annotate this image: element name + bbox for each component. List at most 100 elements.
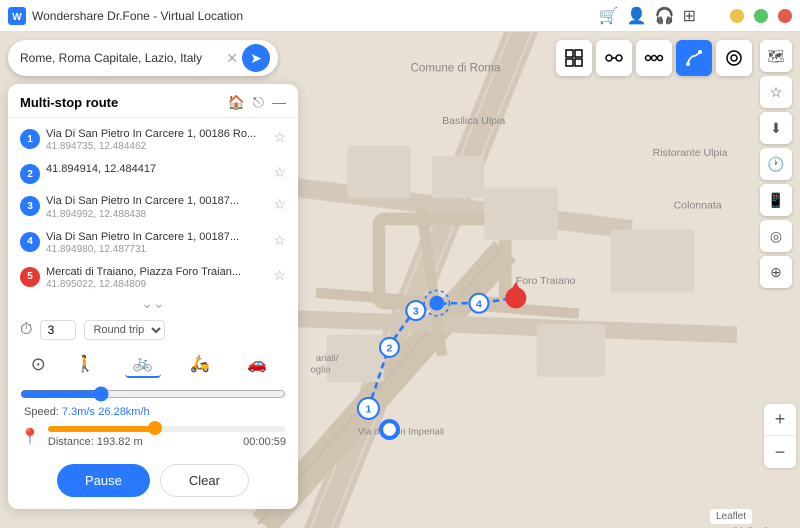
search-input[interactable]: Rome, Roma Capitale, Lazio, Italy [20,51,226,65]
route-coords-4: 41.894980, 12.487731 [46,244,273,255]
loop-count-input[interactable] [40,320,76,340]
speedometer-icon: ⊙ [31,354,46,375]
panel: Multi-stop route 🏠 ⎋ — 1 Via Di San Piet… [8,84,298,509]
cart-icon[interactable]: 🛒 [599,6,619,26]
sidebar-map-button[interactable]: 🗺 [760,40,792,72]
minimize-button[interactable] [730,9,744,23]
route-star-2[interactable]: ☆ [273,164,286,181]
route-item-5[interactable]: 5 Mercati di Traiano, Piazza Foro Traian… [16,260,290,293]
route-num-4: 4 [20,232,40,252]
route-star-3[interactable]: ☆ [273,196,286,213]
maximize-button[interactable] [754,9,768,23]
app-icon: W [8,7,26,25]
zoom-in-button[interactable]: + [764,404,796,436]
map-toolbar [556,40,752,76]
route-text-3: Via Di San Pietro In Carcere 1, 00187...… [46,194,273,219]
svg-text:Basilica Ulpia: Basilica Ulpia [442,115,505,127]
route-coords-5: 41.895022, 12.484809 [46,279,273,290]
route-num-5: 5 [20,267,40,287]
sidebar-clock-button[interactable]: 🕐 [760,148,792,180]
loop-icon: ⏱ [20,321,32,339]
transport-bike[interactable]: 🚲 [125,350,161,378]
route-coords-1: 41.894735, 12.484462 [46,141,273,152]
svg-text:2: 2 [387,343,393,355]
route-star-5[interactable]: ☆ [273,267,286,284]
zoom-out-button[interactable]: − [764,436,796,468]
distance-bar-fill [48,426,155,432]
panel-export-icon[interactable]: ⎋ [253,94,264,111]
route-coords-3: 41.894992, 12.488438 [46,209,273,220]
search-clear-button[interactable]: ✕ [226,50,238,67]
distance-progress-bar [48,426,286,432]
distance-value: Distance: 193.82 m [48,436,143,448]
svg-text:W: W [12,12,22,23]
route-item-1[interactable]: 1 Via Di San Pietro In Carcere 1, 00186 … [16,122,290,157]
bottom-buttons: Pause Clear [8,456,298,497]
route-item-3[interactable]: 3 Via Di San Pietro In Carcere 1, 00187.… [16,189,290,224]
transport-car[interactable]: 🚗 [239,350,275,378]
route-text-2: 41.894914, 12.484417 [46,162,273,176]
svg-text:Foro Traiano: Foro Traiano [516,275,576,287]
toolbar-button-1[interactable] [596,40,632,76]
transport-scooter[interactable]: 🛵 [182,350,218,378]
toolbar-button-0[interactable] [556,40,592,76]
distance-indicator [148,421,162,435]
route-item-4[interactable]: 4 Via Di San Pietro In Carcere 1, 00187.… [16,225,290,260]
main-area: Comune di Roma Basilica Ulpia Ristorante… [0,32,800,528]
trip-type-select[interactable]: Round trip [84,320,165,340]
speed-row: Speed: 7.3m/s 26.28km/h [8,382,298,422]
svg-text:Ristorante Ulpia: Ristorante Ulpia [653,147,728,159]
route-num-2: 2 [20,164,40,184]
search-go-button[interactable]: ➤ [242,44,270,72]
clear-button[interactable]: Clear [160,464,249,497]
map-area[interactable]: Comune di Roma Basilica Ulpia Ristorante… [0,32,800,528]
svg-text:Colonnata: Colonnata [674,199,722,211]
profile-icon[interactable]: 👤 [627,6,647,26]
close-button[interactable] [778,9,792,23]
toolbar-button-2[interactable] [636,40,672,76]
speed-label: Speed: [24,406,62,418]
route-star-1[interactable]: ☆ [273,129,286,146]
transport-row: ⊙ 🚶 🚲 🛵 🚗 [8,346,298,382]
speed-ms-value: 7.3m/s [62,406,95,418]
route-addr-4: Via Di San Pietro In Carcere 1, 00187... [46,230,273,244]
route-text-1: Via Di San Pietro In Carcere 1, 00186 Ro… [46,127,273,152]
distance-text: 193.82 m [97,436,143,448]
sidebar-location-button[interactable]: ◎ [760,220,792,252]
sidebar-star-button[interactable]: ☆ [760,76,792,108]
panel-collapse-icon[interactable]: — [272,94,286,111]
route-addr-2: 41.894914, 12.484417 [46,162,273,176]
chevron-expand[interactable]: ⌄⌄ [8,293,298,314]
headset-icon[interactable]: 🎧 [655,6,675,26]
route-num-3: 3 [20,196,40,216]
search-bar: Rome, Roma Capitale, Lazio, Italy ✕ ➤ [8,40,278,76]
titlebar: W Wondershare Dr.Fone - Virtual Location… [0,0,800,32]
zoom-controls: + − [764,404,796,468]
titlebar-actions: 🛒 👤 🎧 ⊞ [599,6,792,26]
toolbar-button-3[interactable] [676,40,712,76]
route-text-5: Mercati di Traiano, Piazza Foro Traian..… [46,265,273,290]
svg-text:Via dei Fori Imperiali: Via dei Fori Imperiali [358,427,444,438]
toolbar-button-4[interactable] [716,40,752,76]
route-item-2[interactable]: 2 41.894914, 12.484417 ☆ [16,157,290,189]
panel-header: Multi-stop route 🏠 ⎋ — [8,84,298,118]
leaflet-badge: Leaflet [710,509,752,524]
distance-icon: 📍 [20,427,40,447]
sidebar-download-button[interactable]: ⬇ [760,112,792,144]
speed-slider[interactable] [20,386,286,402]
sidebar-phone-button[interactable]: 📱 [760,184,792,216]
transport-walk[interactable]: 🚶 [67,350,103,378]
pause-button[interactable]: Pause [57,464,150,497]
svg-text:oglio: oglio [311,365,331,376]
route-star-4[interactable]: ☆ [273,232,286,249]
svg-text:3: 3 [413,306,419,318]
sidebar-target-button[interactable]: ⊕ [760,256,792,288]
route-list: 1 Via Di San Pietro In Carcere 1, 00186 … [8,118,298,293]
svg-text:4: 4 [476,298,482,310]
grid-icon[interactable]: ⊞ [683,6,696,26]
speed-kmh-value: 26.28km/h [98,406,149,418]
panel-save-icon[interactable]: 🏠 [227,94,244,111]
panel-header-icons: 🏠 ⎋ — [227,94,286,111]
settings-row: ⏱ Round trip [8,314,298,346]
route-text-4: Via Di San Pietro In Carcere 1, 00187...… [46,230,273,255]
